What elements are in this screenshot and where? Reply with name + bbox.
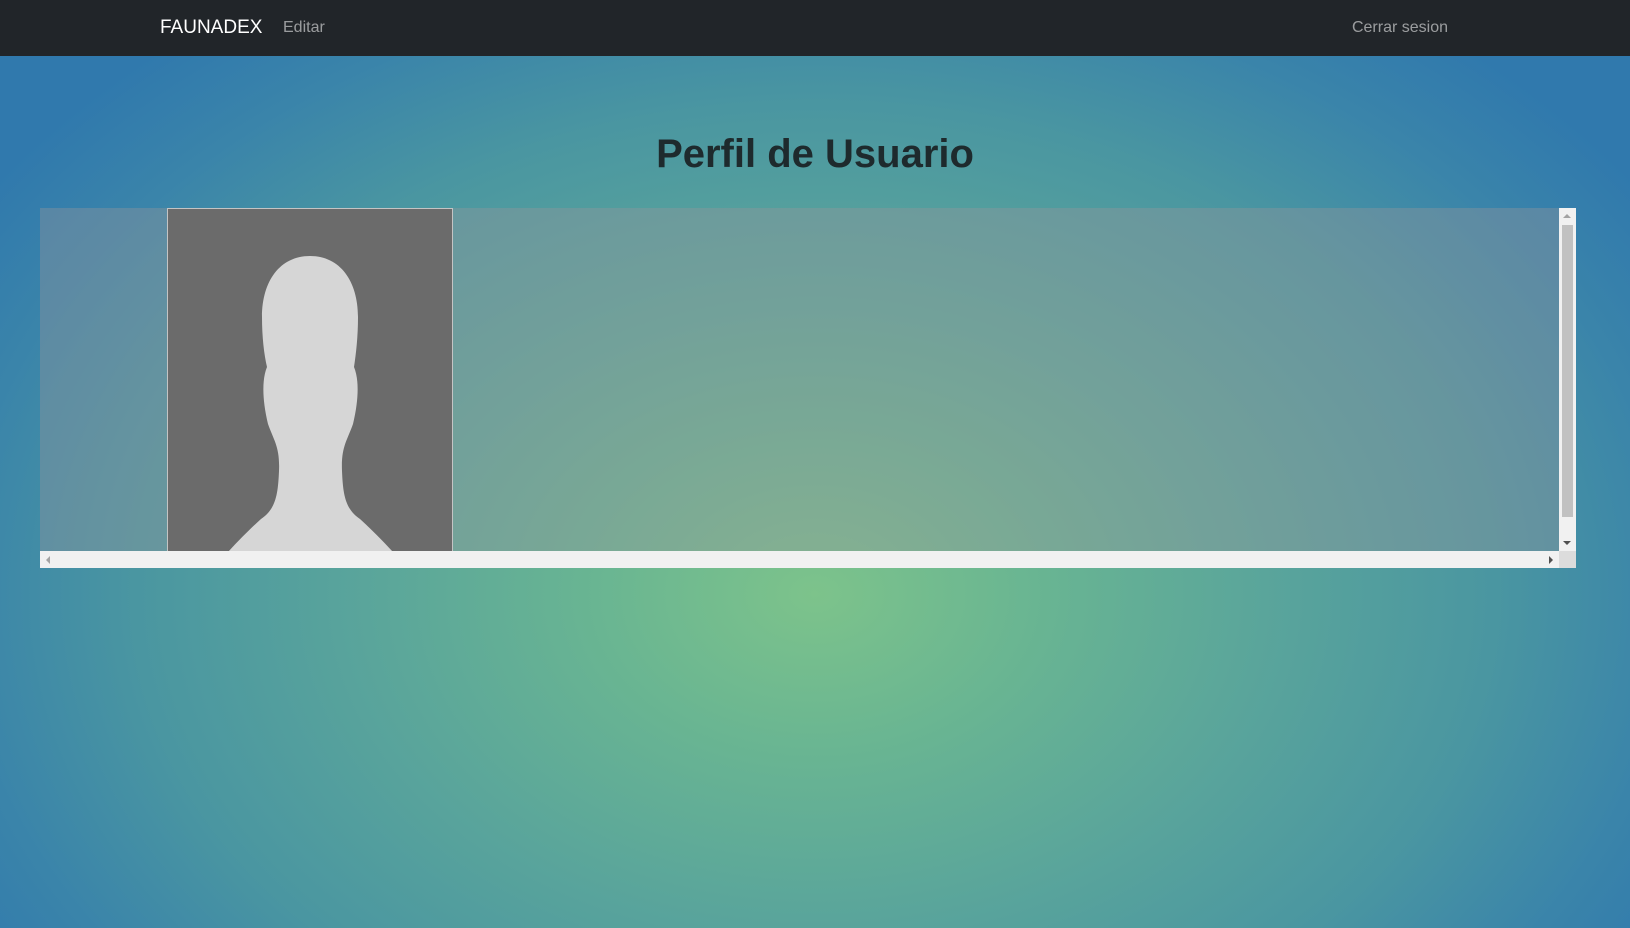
edit-link[interactable]: Editar [283, 0, 325, 56]
profile-scroll-container[interactable] [40, 208, 1576, 568]
page-title: Perfil de Usuario [656, 132, 974, 176]
avatar [167, 208, 453, 551]
scroll-right-arrow-icon[interactable] [1549, 556, 1553, 564]
logout-link[interactable]: Cerrar sesion [1352, 0, 1448, 56]
scroll-left-arrow-icon[interactable] [46, 556, 50, 564]
vertical-scrollbar[interactable] [1559, 208, 1576, 551]
person-silhouette-icon [228, 256, 393, 551]
horizontal-scrollbar[interactable] [40, 551, 1559, 568]
navbar: FAUNADEX Editar Cerrar sesion [0, 0, 1630, 56]
vertical-scroll-thumb[interactable] [1562, 225, 1573, 517]
scroll-down-arrow-icon[interactable] [1563, 541, 1571, 545]
brand-link[interactable]: FAUNADEX [160, 0, 262, 56]
scrollbar-corner [1559, 551, 1576, 568]
scroll-up-arrow-icon[interactable] [1563, 214, 1571, 218]
